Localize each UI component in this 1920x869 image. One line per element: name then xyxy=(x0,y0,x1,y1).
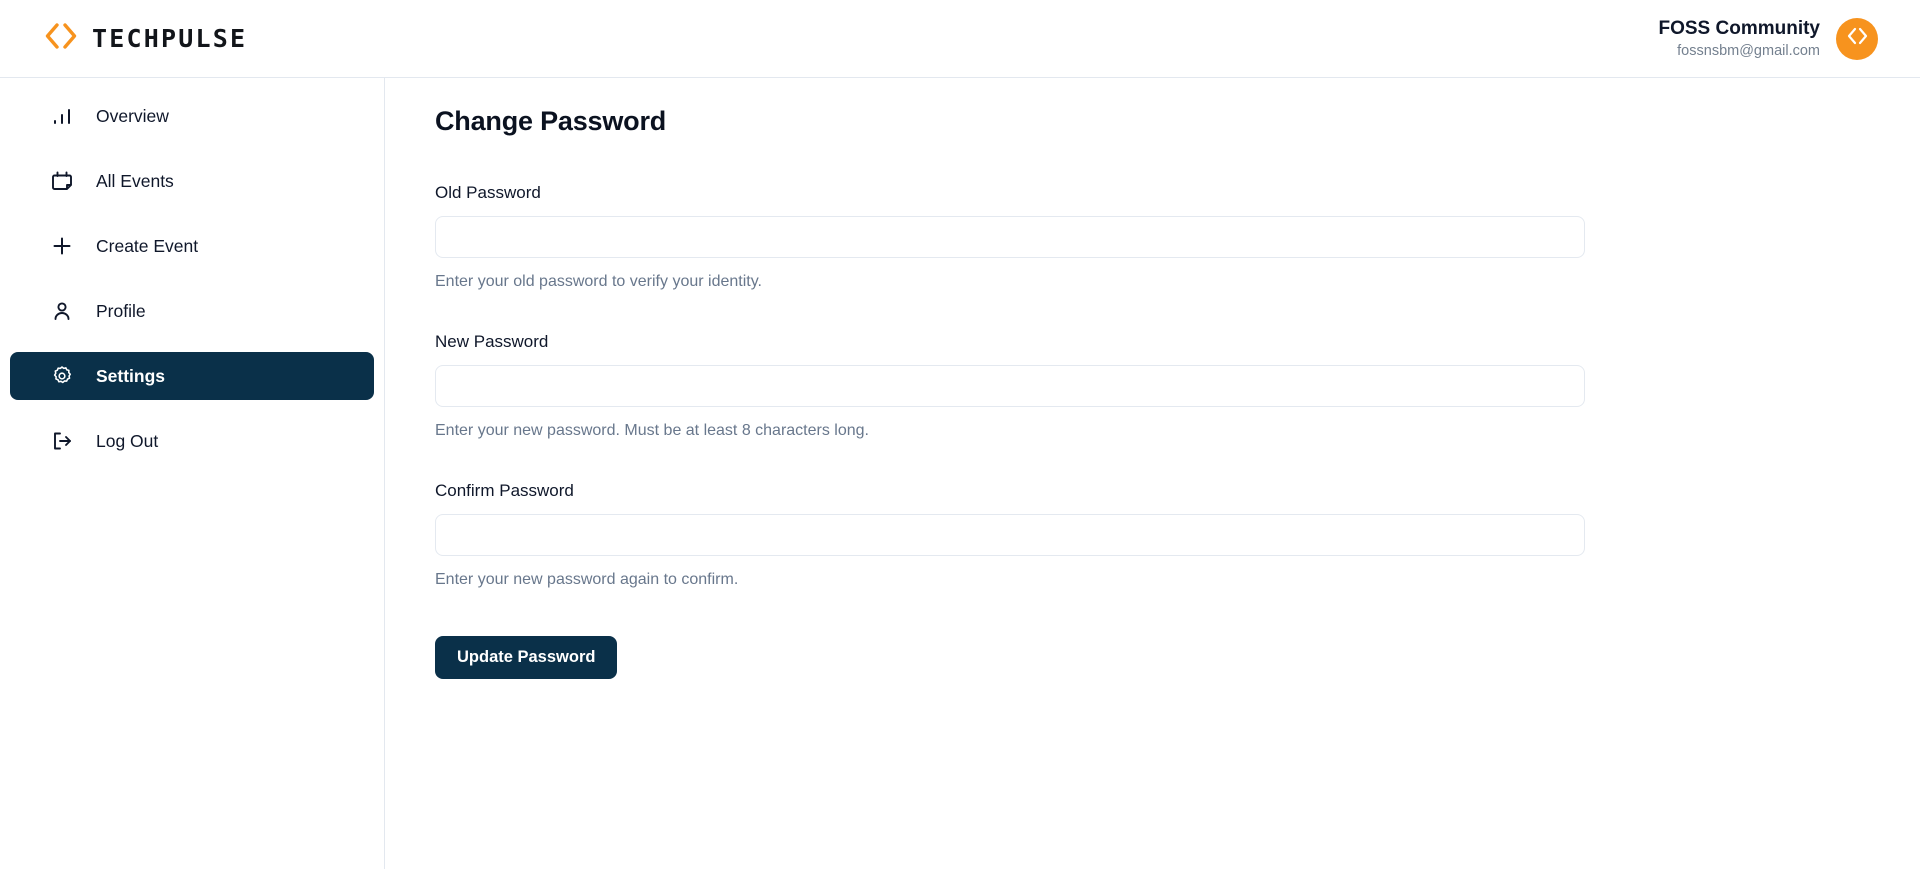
brand-logo[interactable]: TECHPULSE xyxy=(0,21,247,56)
sidebar-item-label: All Events xyxy=(96,170,174,191)
confirm-password-label: Confirm Password xyxy=(435,481,574,500)
bar-chart-icon xyxy=(50,104,74,128)
logout-icon xyxy=(50,429,74,453)
sidebar-item-label: Log Out xyxy=(96,430,159,451)
sidebar-item-overview[interactable]: Overview xyxy=(10,92,374,140)
update-password-button[interactable]: Update Password xyxy=(435,636,618,679)
confirm-password-input[interactable] xyxy=(435,514,1585,556)
field-group-confirm-password: Confirm Password Enter your new password… xyxy=(435,481,1920,589)
main-content: Change Password Old Password Enter your … xyxy=(386,78,1920,869)
new-password-hint: Enter your new password. Must be at leas… xyxy=(435,422,869,439)
brand-name: TECHPULSE xyxy=(92,24,248,53)
sidebar-item-log-out[interactable]: Log Out xyxy=(10,417,374,465)
new-password-label: New Password xyxy=(435,332,549,351)
user-icon xyxy=(50,299,74,323)
avatar[interactable] xyxy=(1836,17,1878,60)
field-group-new-password: New Password Enter your new password. Mu… xyxy=(435,332,1920,440)
sidebar-item-label: Create Event xyxy=(96,235,199,256)
user-name: FOSS Community xyxy=(1658,17,1820,39)
sidebar-item-label: Profile xyxy=(96,300,146,321)
confirm-password-hint: Enter your new password again to confirm… xyxy=(435,571,739,588)
calendar-icon xyxy=(50,169,74,193)
gear-icon xyxy=(50,364,74,388)
new-password-input[interactable] xyxy=(435,365,1585,407)
sidebar-item-profile[interactable]: Profile xyxy=(10,287,374,335)
top-header-bar: TECHPULSE FOSS Community fossnsbm@gmail.… xyxy=(0,0,1920,78)
user-info: FOSS Community fossnsbm@gmail.com xyxy=(1658,17,1820,61)
sidebar-item-label: Overview xyxy=(96,105,169,126)
plus-icon xyxy=(50,234,74,258)
field-group-old-password: Old Password Enter your old password to … xyxy=(435,183,1920,291)
sidebar-item-label: Settings xyxy=(96,365,166,386)
user-email: fossnsbm@gmail.com xyxy=(1677,43,1820,60)
old-password-hint: Enter your old password to verify your i… xyxy=(435,273,762,290)
old-password-label: Old Password xyxy=(435,183,541,202)
sidebar-item-settings[interactable]: Settings xyxy=(10,352,374,400)
user-account-area[interactable]: FOSS Community fossnsbm@gmail.com xyxy=(1658,17,1920,61)
sidebar-item-all-events[interactable]: All Events xyxy=(10,157,374,205)
change-password-form: Old Password Enter your old password to … xyxy=(435,183,1920,679)
old-password-input[interactable] xyxy=(435,216,1585,258)
code-brackets-icon xyxy=(44,21,78,56)
sidebar-navigation: Overview All Events Create Event Profile… xyxy=(0,78,385,869)
page-title: Change Password xyxy=(435,106,667,136)
code-brackets-icon xyxy=(1845,25,1869,52)
sidebar-item-create-event[interactable]: Create Event xyxy=(10,222,374,270)
